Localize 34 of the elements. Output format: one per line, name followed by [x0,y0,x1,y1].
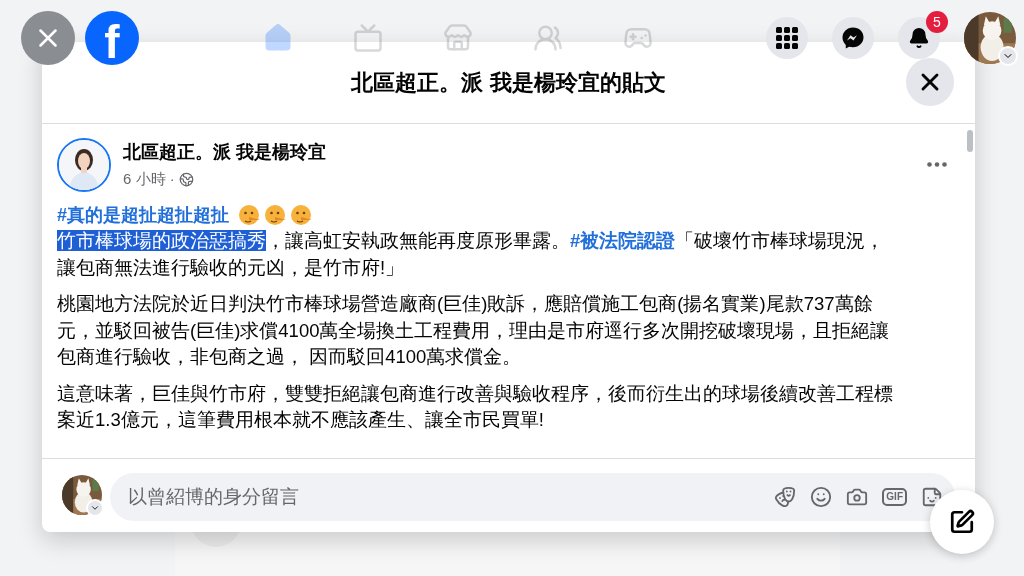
comment-field[interactable]: 以曾紹博的身分留言 GIF [110,473,955,521]
post-time[interactable]: 6 小時 · [123,170,175,189]
lying-face-icon [265,204,287,226]
camera-icon[interactable] [846,486,869,508]
post-text-line: 桃園地方法院於近日判決竹市棒球場營造廠商(巨佳)敗訴，應賠償施工包商(揚名實業)尾款737萬餘 [57,292,874,316]
lying-face-icon [291,204,313,226]
edit-icon [949,509,975,535]
post-text-line: 讓包商無法進行驗收的元凶，是竹市府!」 [57,255,406,280]
chevron-icon [90,503,100,513]
post-text-line: 案近1.3億元，這筆費用根本就不應該產生、讓全市民買單! [57,408,545,432]
post-text-line: 竹市棒球場的政治惡搞秀，讓高虹安執政無能再度原形畢露。#被法院認證「破壞竹市棒球場現況， [57,229,886,253]
store-icon [442,23,473,53]
commenter-avatar[interactable] [62,475,102,515]
close-button[interactable] [906,58,954,106]
dialog-title: 北區超正。派 我是楊玲宜的貼文 [351,68,666,97]
bell-icon [908,27,930,49]
gif-button[interactable]: GIF [882,488,907,506]
lying-face-icon [239,204,261,226]
sticker-icon[interactable] [921,486,943,508]
post-text-line: 元，並駁回被告(巨佳)求償4100萬全場換土工程費用，理由是市府逕行多次開挖破壞現場，且拒絕讓 [57,318,891,343]
grid-icon [776,27,798,49]
post-text-line: 包商進行驗收，非包商之過， 因而駁回4100萬求償金。 [57,345,523,369]
scrollbar-thumb[interactable] [967,130,973,152]
messenger-icon [841,26,865,50]
author-name[interactable]: 北區超正。派 我是楊玲宜 [123,140,909,164]
author-avatar[interactable] [57,138,111,192]
video-icon [352,23,383,53]
post-text-line: 這意味著，巨佳與竹市府，雙雙拒絕讓包商進行改善與驗收程序，後而衍生出的球場後續改善工程標 [57,381,894,406]
more-icon [927,162,947,167]
hashtag-link[interactable]: #真的是超扯超扯超扯 [57,203,229,227]
groups-icon [532,23,563,53]
emoji-icon[interactable] [810,486,833,508]
avatar-sticker-icon[interactable] [774,486,797,508]
globe-icon [178,172,194,187]
